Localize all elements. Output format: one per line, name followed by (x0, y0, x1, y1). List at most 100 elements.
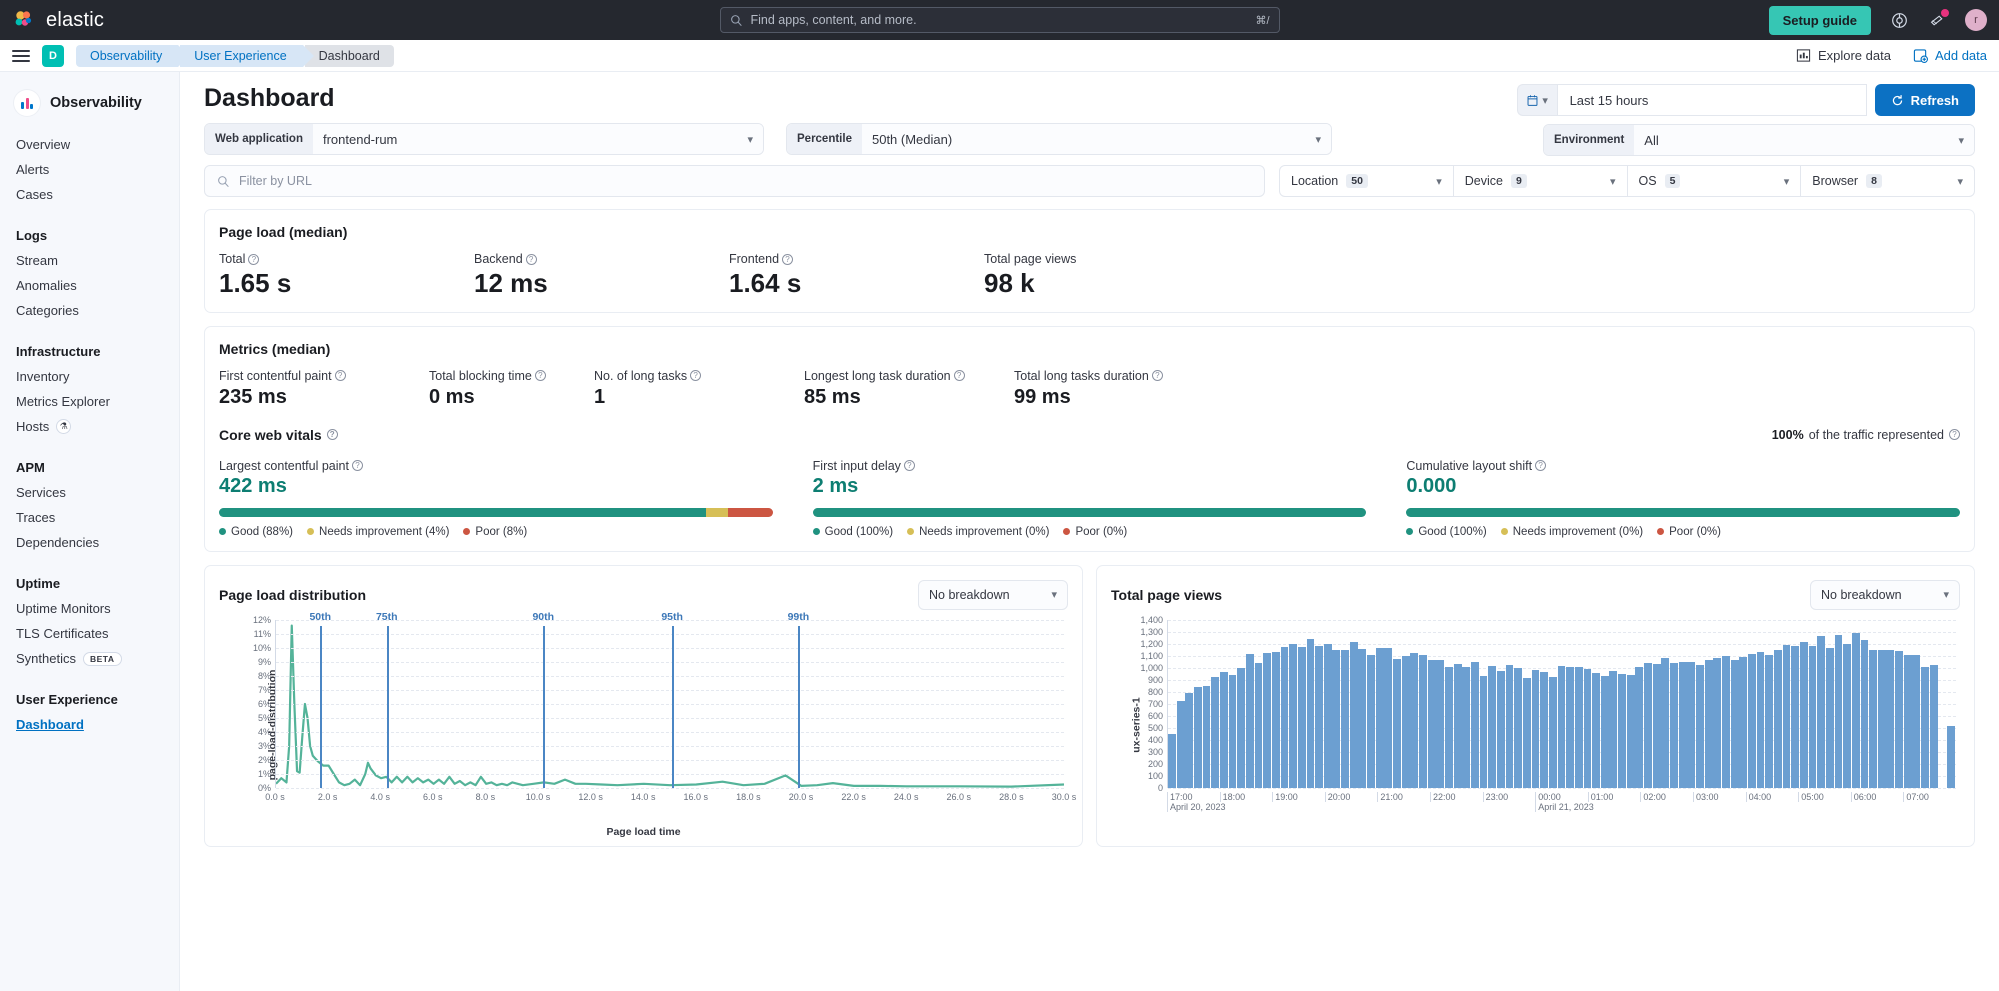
chevron-down-icon: ▾ (747, 133, 753, 146)
bar (1393, 659, 1401, 788)
sidebar-item-inventory[interactable]: Inventory (0, 364, 179, 389)
tooltip-icon[interactable]: ? (1535, 460, 1547, 472)
sidebar-item-metrics-explorer[interactable]: Metrics Explorer (0, 389, 179, 414)
x-tick: 26.0 s (946, 791, 972, 802)
setup-guide-button[interactable]: Setup guide (1768, 5, 1871, 35)
announcements-icon[interactable] (1927, 9, 1949, 30)
sidebar-item-stream[interactable]: Stream (0, 248, 179, 273)
search-icon (730, 14, 742, 26)
facet-device[interactable]: Device 9 ▾ (1454, 166, 1628, 196)
menu-toggle-icon[interactable] (12, 49, 30, 62)
tooltip-icon[interactable]: ? (326, 429, 338, 441)
facet-location[interactable]: Location 50 ▾ (1280, 166, 1454, 196)
bar (1773, 650, 1782, 788)
tooltip-icon[interactable]: ? (248, 253, 260, 265)
bar (1600, 675, 1609, 788)
user-avatar[interactable]: r (1965, 9, 1987, 31)
x-tick: 12.0 s (578, 791, 603, 802)
core-web-vitals-title: Core web vitals (219, 426, 322, 443)
time-controls: ▾ Last 15 hours Refresh Environment All … (1516, 84, 1975, 156)
bar (1462, 666, 1471, 788)
sidebar-item-categories[interactable]: Categories (0, 298, 179, 323)
sidebar-item-hosts[interactable]: Hosts ⚗ (0, 414, 179, 439)
tooltip-icon[interactable]: ? (782, 253, 794, 265)
tooltip-icon[interactable]: ? (351, 460, 363, 472)
bar (1843, 644, 1852, 788)
sidebar-item-uptime-monitors[interactable]: Uptime Monitors (0, 596, 179, 621)
y-tick: 5% (257, 712, 271, 723)
facet-os[interactable]: OS 5 ▾ (1628, 166, 1802, 196)
x-tick: 4.0 s (370, 791, 390, 802)
environment-filter[interactable]: Environment All ▾ (1543, 124, 1975, 156)
x-tick-time: 03:00 (1695, 791, 1719, 802)
help-icon[interactable] (1889, 10, 1909, 30)
breadcrumb-item-user-experience[interactable]: User Experience (180, 44, 315, 67)
y-tick: 1,100 (1140, 650, 1163, 661)
breadcrumb-item-dashboard[interactable]: Dashboard (304, 44, 394, 67)
sidebar-item-services[interactable]: Services (0, 480, 179, 505)
web-application-value[interactable]: frontend-rum ▾ (312, 124, 763, 154)
page-load-breakdown-select[interactable]: No breakdown ▾ (918, 579, 1068, 610)
tooltip-icon[interactable]: ? (525, 253, 537, 265)
sidebar-item-synthetics[interactable]: Synthetics BETA (0, 646, 179, 671)
web-application-filter[interactable]: Web application frontend-rum ▾ (204, 123, 764, 155)
x-tick-time: 05:00 (1801, 791, 1824, 802)
sidebar-item-cases[interactable]: Cases (0, 182, 179, 207)
sidebar-item-anomalies[interactable]: Anomalies (0, 273, 179, 298)
kpi-total: Total? 1.65 s (219, 252, 474, 299)
y-tick: 800 (1147, 686, 1163, 697)
tooltip-icon[interactable]: ? (534, 370, 546, 382)
sidebar-item-dependencies[interactable]: Dependencies (0, 530, 179, 555)
explore-data-icon (1796, 49, 1811, 62)
bar (1384, 648, 1393, 788)
bar (1825, 647, 1834, 788)
percentile-label: 90th (532, 610, 555, 623)
refresh-button[interactable]: Refresh (1874, 84, 1975, 116)
percentile-value[interactable]: 50th (Median) ▾ (861, 124, 1331, 154)
x-tick-time: 07:00 (1906, 791, 1929, 802)
bar (1877, 650, 1886, 788)
breakdown-value: No breakdown (929, 587, 1010, 602)
bar (1427, 660, 1436, 788)
sidebar-item-dashboard[interactable]: Dashboard (0, 712, 179, 737)
bar (1168, 733, 1176, 788)
environment-value[interactable]: All ▾ (1634, 125, 1974, 155)
tooltip-icon[interactable]: ? (953, 370, 965, 382)
sidebar-item-alerts[interactable]: Alerts (0, 157, 179, 182)
tooltip-icon[interactable]: ? (334, 370, 346, 382)
add-data-label: Add data (1934, 48, 1987, 63)
traffic-text: of the traffic represented (1808, 427, 1944, 442)
tooltip-icon[interactable]: ? (903, 460, 915, 472)
sidebar-item-tls-certificates[interactable]: TLS Certificates (0, 621, 179, 646)
facet-browser[interactable]: Browser 8 ▾ (1801, 166, 1974, 196)
global-search-input[interactable]: Find apps, content, and more. ⌘/ (719, 7, 1280, 33)
percentile-marker (543, 625, 546, 788)
tooltip-icon[interactable]: ? (1949, 429, 1960, 441)
x-tick: 07:00 (1903, 791, 1929, 802)
percentile-filter[interactable]: Percentile 50th (Median) ▾ (786, 123, 1332, 155)
time-range-input[interactable]: Last 15 hours (1556, 84, 1867, 116)
cwv-legend: Good (100%) Needs improvement (0%) Poor … (812, 526, 1367, 538)
percentile-label: 50th (309, 610, 332, 623)
facet-count: 5 (1664, 174, 1681, 188)
calendar-icon[interactable]: ▾ (1516, 84, 1557, 116)
gridline (276, 717, 1064, 719)
cwv-bar (1406, 507, 1961, 517)
tooltip-icon[interactable]: ? (690, 370, 702, 382)
space-avatar[interactable]: D (42, 44, 64, 67)
url-filter-input[interactable]: Filter by URL (204, 165, 1265, 197)
elastic-brand[interactable]: elastic (12, 8, 104, 32)
y-tick: 4% (257, 726, 271, 737)
add-data-button[interactable]: Add data (1913, 48, 1987, 63)
sidebar-item-traces[interactable]: Traces (0, 505, 179, 530)
tooltip-icon[interactable]: ? (1151, 370, 1163, 382)
gridline (276, 703, 1064, 705)
breadcrumb-bar: D Observability User Experience Dashboar… (0, 40, 1999, 72)
sidebar-item-overview[interactable]: Overview (0, 132, 179, 157)
bar (1566, 667, 1575, 788)
explore-data-button[interactable]: Explore data (1796, 48, 1891, 63)
y-tick: 1,000 (1140, 662, 1163, 673)
breadcrumb-item-observability[interactable]: Observability (76, 44, 190, 67)
y-tick: 400 (1147, 734, 1163, 745)
page-views-breakdown-select[interactable]: No breakdown ▾ (1810, 579, 1960, 610)
